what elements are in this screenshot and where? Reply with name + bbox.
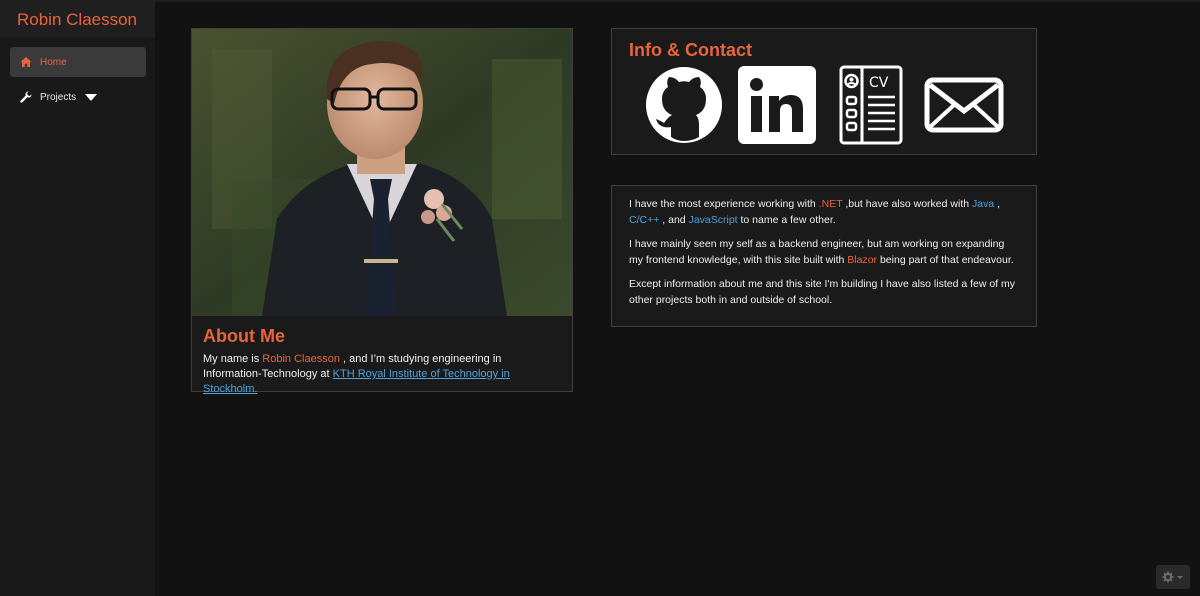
blazor-highlight: Blazor xyxy=(847,253,878,266)
name-highlight: Robin Claesson xyxy=(262,353,340,365)
profile-photo xyxy=(192,29,572,316)
wrench-icon xyxy=(20,91,32,103)
info-contact-card: Info & Contact CV xyxy=(611,28,1037,155)
home-icon xyxy=(20,56,32,68)
bio-text: being part of that endeavour. xyxy=(877,253,1014,266)
info-heading: Info & Contact xyxy=(629,40,752,60)
net-highlight: .NET xyxy=(818,198,843,210)
sidebar-item-home[interactable]: Home xyxy=(10,47,146,77)
about-text: My name is Robin Claesson , and I’m stud… xyxy=(203,352,555,397)
settings-button[interactable] xyxy=(1156,565,1190,589)
sidebar-item-label: Projects xyxy=(40,91,77,103)
about-heading: About Me xyxy=(203,326,285,346)
bio-card: I have the most experience working with … xyxy=(611,185,1037,327)
bio-paragraph-1: I have the most experience working with … xyxy=(629,197,1019,228)
bio-paragraph-2: I have mainly seen my self as a backend … xyxy=(629,237,1019,268)
github-icon[interactable] xyxy=(644,65,724,145)
sidebar-item-label: Home xyxy=(40,56,67,68)
about-text-part: My name is xyxy=(203,353,263,365)
top-border xyxy=(0,0,1200,2)
cpp-highlight: C/C++ xyxy=(629,213,660,226)
gear-icon xyxy=(1162,571,1183,583)
bio-text: , xyxy=(994,198,1001,210)
svg-text:CV: CV xyxy=(869,75,889,91)
mail-icon[interactable] xyxy=(924,77,1004,133)
java-highlight: Java xyxy=(972,198,995,210)
bio-paragraph-3: Except information about me and this sit… xyxy=(629,278,1016,306)
bio-text: to name a few other. xyxy=(737,213,836,226)
linkedin-icon[interactable] xyxy=(737,65,817,145)
chevron-down-icon[interactable] xyxy=(85,93,98,101)
javascript-highlight: JavaScript xyxy=(688,213,738,226)
bio-text: , and xyxy=(659,213,689,226)
cv-icon[interactable]: CV xyxy=(837,65,905,145)
bio-text: I have the most experience working with xyxy=(629,198,819,210)
sidebar-item-projects[interactable]: Projects xyxy=(10,82,146,112)
bio-text: ,but have also worked with xyxy=(842,198,972,210)
brand-title[interactable]: Robin Claesson xyxy=(0,0,155,38)
sidebar: Robin Claesson Home Projects xyxy=(0,0,155,596)
about-card: About Me My name is Robin Claesson , and… xyxy=(191,28,573,395)
